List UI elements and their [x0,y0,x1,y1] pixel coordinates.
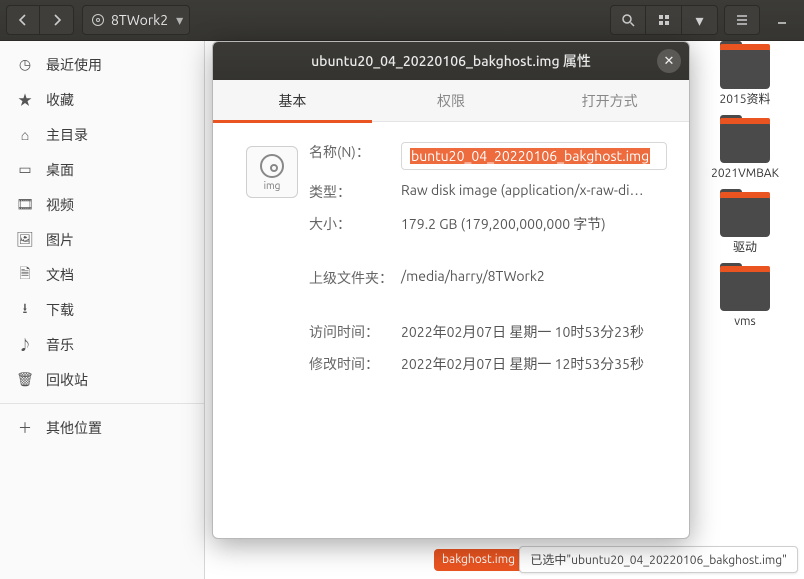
dialog-titlebar[interactable]: ubuntu20_04_20220106_bakghost.img 属性 ✕ [213,42,689,80]
folder-label: 2015资料 [719,93,770,107]
field-label: 访问时间： [309,322,401,342]
path-label: 8TWork2 [111,12,168,28]
field-value: 179.2 GB (179,200,000,000 字节) [401,214,667,234]
tab-underline [213,120,372,123]
name-value: buntu20_04_20220106_bakghost.img [410,148,650,164]
sidebar-item-pictures[interactable]: 🖼 图片 [0,222,204,257]
field-label: 类型： [309,182,401,202]
sidebar-separator [0,403,204,404]
tab-basic[interactable]: 基本 [213,80,372,121]
video-icon: 🎞 [14,196,36,213]
sidebar-item-documents[interactable]: 🗎 文档 [0,257,204,292]
sidebar-item-videos[interactable]: 🎞 视频 [0,187,204,222]
chevron-down-icon: ▾ [176,12,183,29]
statusbar: 已选中"ubuntu20_04_20220106_bakghost.img" [519,546,798,573]
home-icon: ⌂ [14,127,36,143]
sidebar-item-label: 回收站 [46,370,88,390]
sidebar-item-label: 音乐 [46,335,74,355]
sidebar: ◷ 最近使用 ★ 收藏 ⌂ 主目录 ▭ 桌面 🎞 视频 🖼 图片 🗎 文档 ⭳ 下载 ♪ 音乐 🗑… [0,41,205,579]
field-value: /media/harry/8TWork2 [401,268,667,288]
field-value: 2022年02月07日 星期一 12时53分35秒 [401,354,667,374]
plus-icon: ＋ [14,418,36,438]
sidebar-item-label: 图片 [46,230,74,250]
folder-icon [720,195,770,237]
folder-icon [720,121,770,163]
music-icon: ♪ [14,335,36,355]
sidebar-item-label: 其他位置 [46,418,102,438]
field-value: 2022年02月07日 星期一 10时53分23秒 [401,322,667,342]
name-input[interactable]: buntu20_04_20220106_bakghost.img [401,142,667,170]
download-icon: ⭳ [14,298,36,322]
field-access: 访问时间： 2022年02月07日 星期一 10时53分23秒 [309,322,667,342]
picture-icon: 🖼 [14,231,36,248]
nav-buttons [6,5,74,35]
sidebar-item-music[interactable]: ♪ 音乐 [0,327,204,362]
folder-icon [720,47,770,89]
file-type-icon[interactable]: img [246,146,298,198]
folder-item[interactable]: vms [700,269,790,329]
sidebar-item-downloads[interactable]: ⭳ 下载 [0,292,204,327]
view-dropdown-button[interactable]: ▾ [682,5,718,35]
sidebar-item-label: 视频 [46,195,74,215]
field-type: 类型： Raw disk image (application/x-raw-di… [309,182,667,202]
sidebar-item-label: 下载 [46,300,74,320]
forward-button[interactable] [40,5,74,35]
field-name: 名称(N)： buntu20_04_20220106_bakghost.img [309,142,667,170]
star-icon: ★ [14,90,36,110]
sidebar-item-trash[interactable]: 🗑 回收站 [0,362,204,397]
field-label: 大小： [309,214,401,234]
headerbar: 8TWork2 ▾ ▾ [0,0,804,41]
dialog-icon-column: img [235,142,309,386]
sidebar-item-label: 最近使用 [46,55,102,75]
selected-file-badge[interactable]: bakghost.img [434,549,523,571]
hamburger-button[interactable] [724,5,760,35]
dialog-title: ubuntu20_04_20220106_bakghost.img 属性 [311,51,591,71]
field-label: 上级文件夹： [309,268,401,288]
folder-item[interactable]: 2015资料 [700,47,790,107]
sidebar-item-home[interactable]: ⌂ 主目录 [0,117,204,152]
sidebar-item-label: 桌面 [46,160,74,180]
sidebar-item-desktop[interactable]: ▭ 桌面 [0,152,204,187]
folder-icon [720,269,770,311]
path-bar[interactable]: 8TWork2 ▾ [82,5,190,35]
folder-label: 驱动 [733,241,757,255]
document-icon: 🗎 [14,263,36,287]
sidebar-item-other[interactable]: ＋ 其他位置 [0,410,204,445]
clock-icon: ◷ [14,56,36,73]
desktop-icon: ▭ [14,161,36,178]
field-size: 大小： 179.2 GB (179,200,000,000 字节) [309,214,667,234]
close-button[interactable]: ✕ [657,49,681,73]
disk-icon [91,13,105,27]
dialog-fields: 名称(N)： buntu20_04_20220106_bakghost.img … [309,142,667,386]
icon-caption: img [264,180,281,191]
field-parent: 上级文件夹： /media/harry/8TWork2 [309,268,667,288]
sidebar-item-label: 收藏 [46,90,74,110]
tab-permissions[interactable]: 权限 [372,80,531,121]
sidebar-item-label: 主目录 [46,125,88,145]
field-modified: 修改时间： 2022年02月07日 星期一 12时53分35秒 [309,354,667,374]
folder-item[interactable]: 2021VMBAK [700,121,790,181]
properties-dialog: ubuntu20_04_20220106_bakghost.img 属性 ✕ 基… [212,41,690,539]
folder-label: vms [734,315,755,329]
trash-icon: 🗑 [14,371,36,388]
field-label: 名称(N)： [309,142,401,170]
folder-label: 2021VMBAK [711,167,779,181]
folder-item[interactable]: 驱动 [700,195,790,255]
back-button[interactable] [6,5,40,35]
sidebar-item-label: 文档 [46,265,74,285]
folder-column: 2015资料 2021VMBAK 驱动 vms [700,47,790,329]
view-list-button[interactable] [646,5,682,35]
tab-openwith[interactable]: 打开方式 [530,80,689,121]
search-button[interactable] [610,5,646,35]
disk-icon [260,154,284,178]
dialog-body: img 名称(N)： buntu20_04_20220106_bakghost.… [213,122,689,406]
field-label: 修改时间： [309,354,401,374]
field-value: Raw disk image (application/x-raw-di… [401,182,667,202]
dialog-tabs: 基本 权限 打开方式 [213,80,689,122]
header-right-group: ▾ [610,5,718,35]
sidebar-item-starred[interactable]: ★ 收藏 [0,82,204,117]
sidebar-item-recent[interactable]: ◷ 最近使用 [0,47,204,82]
minimize-button[interactable] [766,5,798,35]
